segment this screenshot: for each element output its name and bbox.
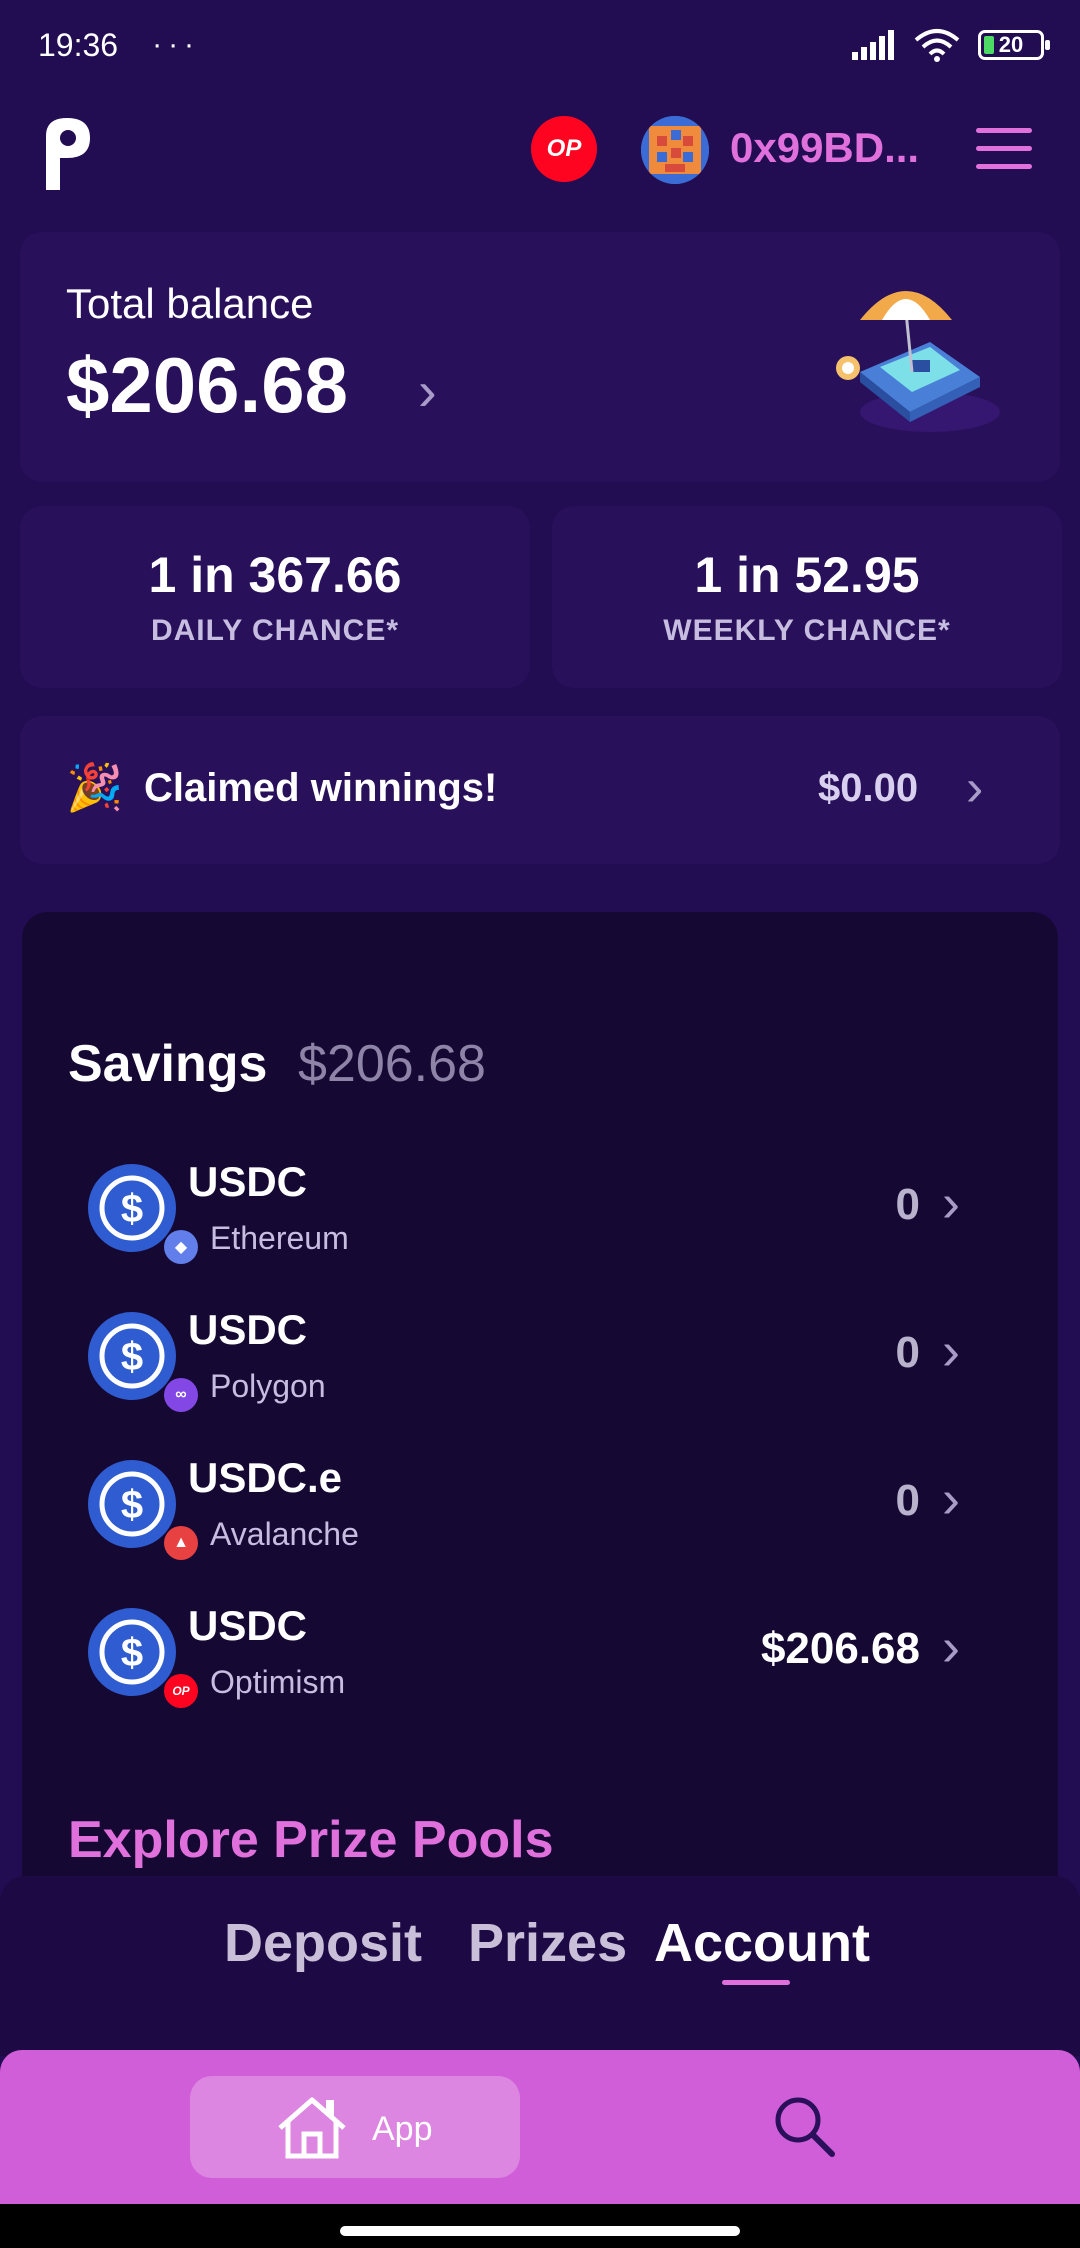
wifi-icon <box>914 29 960 62</box>
usdc-icon: $ <box>88 1460 176 1548</box>
chevron-right-icon: › <box>942 1617 960 1677</box>
token-chain: Avalanche <box>210 1516 359 1552</box>
app-button[interactable]: App <box>190 2076 520 2178</box>
savings-panel: Savings $206.68 $ ◆ USDC Ethereum 0 › $ … <box>22 912 1058 1912</box>
weekly-chance-card: 1 in 52.95 WEEKLY CHANCE* <box>552 506 1062 688</box>
signal-icon <box>852 30 894 60</box>
ethereum-icon: ◆ <box>164 1230 198 1264</box>
claimed-winnings-amount: $0.00 <box>818 766 919 810</box>
token-row-usdc-optimism[interactable]: $ OP USDC Optimism $206.68 › <box>22 1588 1058 1718</box>
battery-icon: 20 <box>978 30 1050 60</box>
daily-chance-card: 1 in 367.66 DAILY CHANCE* <box>20 506 530 688</box>
daily-chance-value: 1 in 367.66 <box>148 547 402 603</box>
token-symbol: USDC <box>188 1306 308 1353</box>
search-icon[interactable] <box>770 2092 840 2162</box>
usdc-icon: $ <box>88 1608 176 1696</box>
weekly-chance-value: 1 in 52.95 <box>694 547 920 603</box>
token-amount: 0 <box>895 1328 920 1377</box>
svg-text:$: $ <box>121 1335 143 1379</box>
total-balance-value: $206.68 <box>66 341 348 429</box>
token-symbol: USDC <box>188 1602 308 1649</box>
savings-total: $206.68 <box>298 1035 486 1093</box>
token-row-usdce-avalanche[interactable]: $ ▲ USDC.e Avalanche 0 › <box>22 1440 1058 1570</box>
wallet-address[interactable]: 0x99BD... <box>730 124 919 172</box>
active-tab-indicator <box>722 1980 790 1985</box>
battery-level: 20 <box>998 32 1024 57</box>
token-chain: Ethereum <box>210 1220 349 1256</box>
app-button-label: App <box>372 2110 433 2148</box>
status-time: 19:36 <box>38 26 119 63</box>
token-chain: Polygon <box>210 1368 326 1404</box>
chevron-right-icon: › <box>418 359 437 422</box>
usdc-icon: $ <box>88 1164 176 1252</box>
explore-prize-pools-link[interactable]: Explore Prize Pools <box>68 1810 554 1870</box>
pooltogether-logo[interactable] <box>40 114 94 190</box>
token-row-usdc-polygon[interactable]: $ ∞ USDC Polygon 0 › <box>22 1292 1058 1422</box>
network-badge[interactable]: OP <box>531 116 597 182</box>
avatar[interactable] <box>641 116 709 184</box>
usdc-icon: $ <box>88 1312 176 1400</box>
token-row-usdc-ethereum[interactable]: $ ◆ USDC Ethereum 0 › <box>22 1144 1058 1274</box>
app-header: OP 0x99BD... <box>0 110 1080 240</box>
polygon-icon: ∞ <box>164 1378 198 1412</box>
token-symbol: USDC <box>188 1158 308 1205</box>
total-balance-card[interactable]: Total balance $206.68 › <box>20 232 1060 482</box>
weekly-chance-label: WEEKLY CHANCE* <box>663 614 951 647</box>
status-bar: 19:36 ··· 20 <box>0 0 1080 90</box>
home-indicator[interactable] <box>340 2226 740 2236</box>
status-more-icon: ··· <box>152 28 201 61</box>
optimism-icon: OP <box>164 1674 198 1708</box>
tab-prizes[interactable]: Prizes <box>468 1912 627 1974</box>
chevron-right-icon: › <box>942 1173 960 1233</box>
menu-icon[interactable] <box>976 128 1032 172</box>
token-amount: 0 <box>895 1180 920 1229</box>
daily-chance-label: DAILY CHANCE* <box>150 614 400 647</box>
savings-title: Savings <box>68 1035 268 1093</box>
chevron-right-icon: › <box>942 1321 960 1381</box>
total-balance-label: Total balance <box>66 280 314 327</box>
token-amount: 0 <box>895 1476 920 1525</box>
token-symbol: USDC.e <box>188 1454 343 1501</box>
claimed-winnings-row[interactable]: 🎉 Claimed winnings! $0.00 › <box>20 716 1060 864</box>
wallet-umbrella-illustration <box>836 291 1000 432</box>
chevron-right-icon: › <box>942 1469 960 1529</box>
tab-deposit[interactable]: Deposit <box>224 1912 422 1974</box>
bottom-tab-bar: Deposit Prizes Account <box>0 1876 1080 2056</box>
claimed-winnings-label: Claimed winnings! <box>144 766 498 810</box>
svg-text:$: $ <box>121 1187 143 1231</box>
system-nav-bar <box>0 2204 1080 2248</box>
token-amount: $206.68 <box>760 1624 920 1673</box>
svg-text:$: $ <box>121 1483 143 1527</box>
token-chain: Optimism <box>210 1664 346 1700</box>
party-popper-icon: 🎉 <box>66 761 124 813</box>
tab-account[interactable]: Account <box>654 1912 870 1974</box>
avalanche-icon: ▲ <box>164 1526 198 1560</box>
chevron-right-icon: › <box>966 759 984 817</box>
browser-toolbar: App <box>0 2050 1080 2204</box>
svg-text:$: $ <box>121 1631 143 1675</box>
home-icon <box>278 2097 346 2159</box>
